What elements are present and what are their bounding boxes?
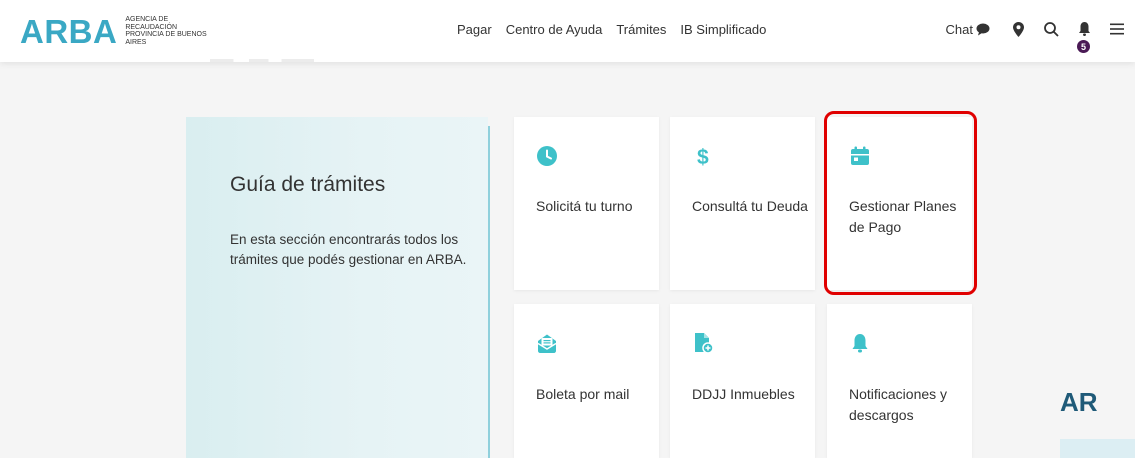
chat-button[interactable]: Chat (946, 22, 990, 37)
logo-subtitle: AGENCIA DE RECAUDACIÓN PROVINCIA DE BUEN… (125, 16, 207, 46)
search-icon (1043, 21, 1059, 37)
card-label: DDJJ Inmuebles (692, 386, 795, 402)
dollar-icon: $ (697, 146, 709, 167)
mail-icon (537, 334, 557, 353)
guide-divider (488, 126, 490, 458)
notification-count-badge: 5 (1077, 40, 1090, 53)
main-nav: Pagar Centro de Ayuda Trámites IB Simpli… (457, 22, 780, 37)
card-ddjj-inmuebles[interactable]: DDJJ Inmuebles (670, 304, 815, 458)
card-gestionar-planes-pago[interactable]: Gestionar Planes de Pago (827, 117, 972, 290)
notifications-button[interactable]: 5 (1076, 19, 1092, 53)
card-label: Consultá tu Deuda (692, 198, 808, 214)
faded-text-under-header (210, 54, 350, 64)
nav-tramites[interactable]: Trámites (616, 22, 666, 37)
nav-pagar[interactable]: Pagar (457, 22, 492, 37)
card-consulta-deuda[interactable]: $ Consultá tu Deuda (670, 117, 815, 290)
card-notificaciones-descargos[interactable]: Notificaciones y descargos (827, 304, 972, 458)
clock-icon (537, 146, 557, 166)
card-solicita-turno[interactable]: Solicitá tu turno (514, 117, 659, 290)
offscreen-arba-peek: AR (1060, 387, 1098, 417)
header-icons: Chat 5 (946, 19, 1125, 53)
search-button[interactable] (1043, 19, 1059, 39)
bell-icon (852, 334, 868, 353)
svg-text:$: $ (697, 146, 709, 167)
chat-label: Chat (945, 21, 973, 37)
chat-bubble-icon (976, 23, 990, 35)
guide-panel: Guía de trámites En esta sección encontr… (186, 117, 488, 458)
nav-centro-de-ayuda[interactable]: Centro de Ayuda (506, 22, 603, 37)
guide-description: En esta sección encontrarás todos los tr… (230, 232, 467, 267)
location-button[interactable] (1010, 19, 1026, 39)
location-pin-icon (1012, 21, 1024, 37)
menu-icon (1110, 23, 1124, 35)
offscreen-panel-peek (1060, 439, 1135, 458)
card-label: Gestionar Planes de Pago (849, 198, 957, 235)
menu-button[interactable] (1109, 19, 1125, 39)
arba-logo[interactable]: ARBA AGENCIA DE RECAUDACIÓN PROVINCIA DE… (20, 14, 245, 50)
bell-icon (1078, 22, 1090, 36)
logo-mark: ARBA (20, 13, 118, 50)
nav-ib-simplificado[interactable]: IB Simplificado (680, 22, 766, 37)
top-header: ARBA AGENCIA DE RECAUDACIÓN PROVINCIA DE… (0, 0, 1135, 62)
card-label: Boleta por mail (536, 386, 630, 402)
card-label: Notificaciones y descargos (849, 386, 948, 423)
document-add-icon (695, 333, 714, 354)
card-label: Solicitá tu turno (536, 198, 633, 214)
card-boleta-por-mail[interactable]: Boleta por mail (514, 304, 659, 458)
guide-title: Guía de trámites (230, 173, 386, 196)
calendar-icon (851, 146, 869, 165)
